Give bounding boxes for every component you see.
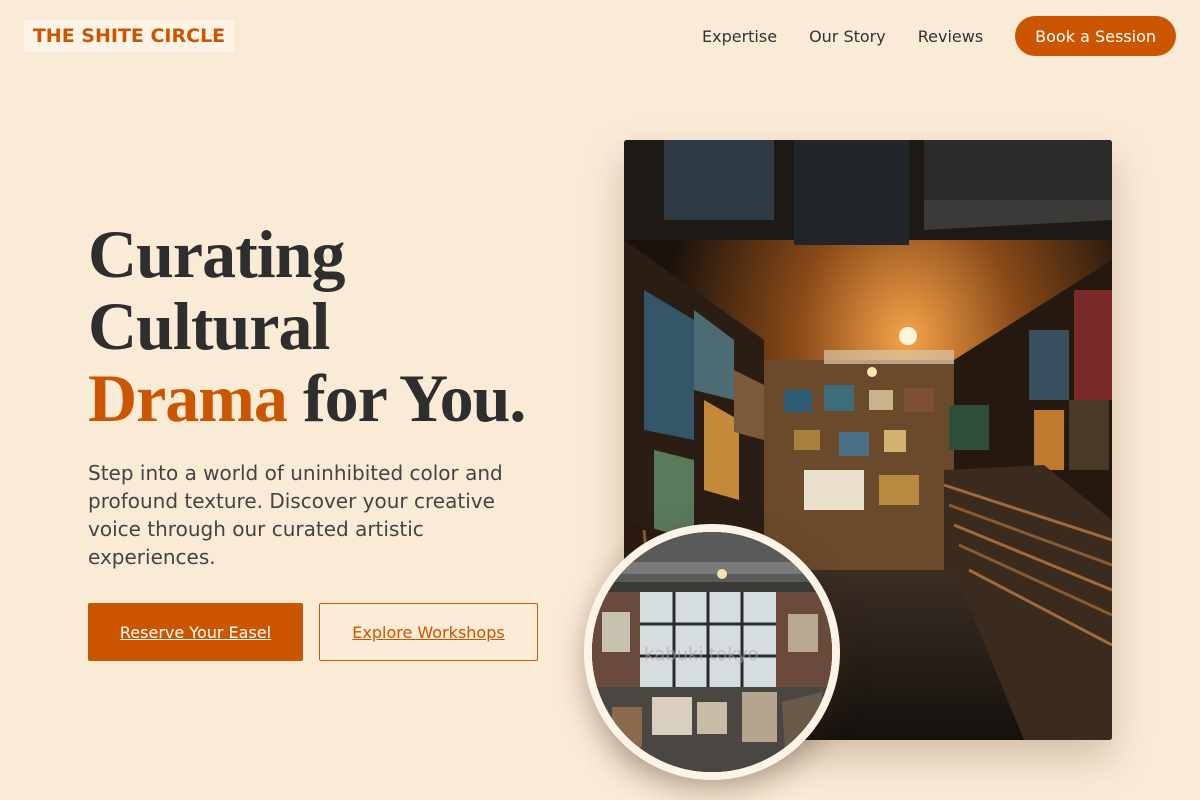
watermark-text: kabuki tokyo xyxy=(644,644,759,665)
book-session-button[interactable]: Book a Session xyxy=(1015,16,1176,56)
nav-link-reviews[interactable]: Reviews xyxy=(918,27,983,46)
hero-headline: Curating Cultural Drama for You. xyxy=(88,216,526,436)
studio-interior-illustration: kabuki tokyo xyxy=(592,532,832,772)
main-nav: Expertise Our Story Reviews Book a Sessi… xyxy=(702,16,1176,56)
headline-line-2: Cultural xyxy=(88,288,330,364)
nav-link-our-story[interactable]: Our Story xyxy=(809,27,886,46)
headline-accent: Drama xyxy=(88,360,288,436)
explore-workshops-button[interactable]: Explore Workshops xyxy=(319,603,538,661)
brand-logo[interactable]: THE SHITE CIRCLE xyxy=(24,20,234,52)
nav-link-expertise[interactable]: Expertise xyxy=(702,27,777,46)
headline-line-1: Curating xyxy=(88,216,345,292)
headline-line-3: for You. xyxy=(286,360,526,436)
studio-photo: kabuki tokyo xyxy=(584,524,840,780)
hero-description: Step into a world of uninhibited color a… xyxy=(88,461,503,569)
reserve-easel-button[interactable]: Reserve Your Easel xyxy=(88,603,303,661)
